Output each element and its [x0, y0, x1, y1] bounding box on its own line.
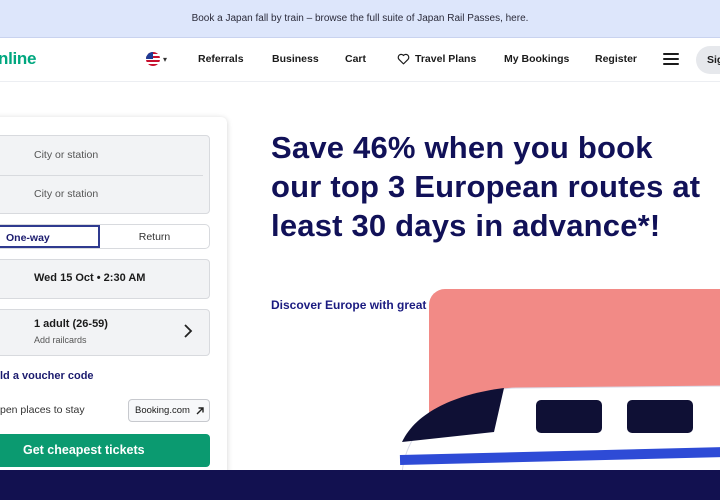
add-voucher-link[interactable]: ld a voucher code	[0, 370, 94, 382]
promo-banner-text[interactable]: Book a Japan fall by train – browse the …	[192, 13, 529, 24]
booking-com-button[interactable]: Booking.com	[128, 399, 210, 422]
nav-travel-plans[interactable]: Travel Plans	[397, 53, 476, 65]
us-flag-icon	[146, 52, 160, 66]
language-selector[interactable]: ▾	[146, 52, 167, 66]
station-fields: n City or station City or station	[0, 135, 210, 214]
sign-in-button[interactable]: Sig	[696, 46, 720, 74]
external-link-arrow-icon	[196, 407, 204, 415]
departure-date-field[interactable]: Wed 15 Oct • 2:30 AM	[0, 259, 210, 299]
heart-icon	[397, 53, 410, 65]
nav-business[interactable]: Business	[272, 53, 319, 65]
booking-com-label: Booking.com	[135, 405, 190, 416]
chevron-down-icon: ▾	[163, 54, 168, 64]
nav-my-bookings[interactable]: My Bookings	[504, 53, 569, 65]
nav-cart[interactable]: Cart	[345, 53, 366, 65]
return-option[interactable]: Return	[100, 225, 209, 248]
get-cheapest-tickets-button[interactable]: Get cheapest tickets	[0, 434, 210, 467]
train-illustration	[399, 385, 720, 474]
passengers-value: 1 adult (26-59)	[34, 318, 108, 330]
add-railcards-text: Add railcards	[34, 335, 87, 345]
from-station-field[interactable]: n City or station	[0, 136, 211, 175]
top-navbar: nline ▾ Referrals Business Cart Travel P…	[0, 38, 720, 82]
places-to-stay-text: pen places to stay	[0, 404, 85, 416]
trip-type-toggle: One-way Return	[0, 224, 210, 249]
one-way-option[interactable]: One-way	[0, 225, 100, 248]
nav-register[interactable]: Register	[595, 53, 637, 65]
search-form-card: n City or station City or station One-wa…	[0, 117, 227, 485]
hero-headline: Save 46% when you book our top 3 Europea…	[271, 130, 701, 243]
hamburger-menu-icon[interactable]	[663, 53, 679, 65]
footer-band	[0, 470, 720, 500]
chevron-right-icon	[184, 324, 193, 338]
to-station-field[interactable]: City or station	[0, 175, 211, 214]
to-station-placeholder: City or station	[34, 188, 99, 200]
nav-referrals[interactable]: Referrals	[198, 53, 244, 65]
nav-travel-plans-label: Travel Plans	[415, 53, 477, 65]
from-station-placeholder: City or station	[34, 149, 99, 161]
promo-banner[interactable]: Book a Japan fall by train – browse the …	[0, 0, 720, 38]
brand-logo[interactable]: nline	[0, 49, 36, 69]
passengers-field[interactable]: 1 adult (26-59) Add railcards	[0, 309, 210, 356]
